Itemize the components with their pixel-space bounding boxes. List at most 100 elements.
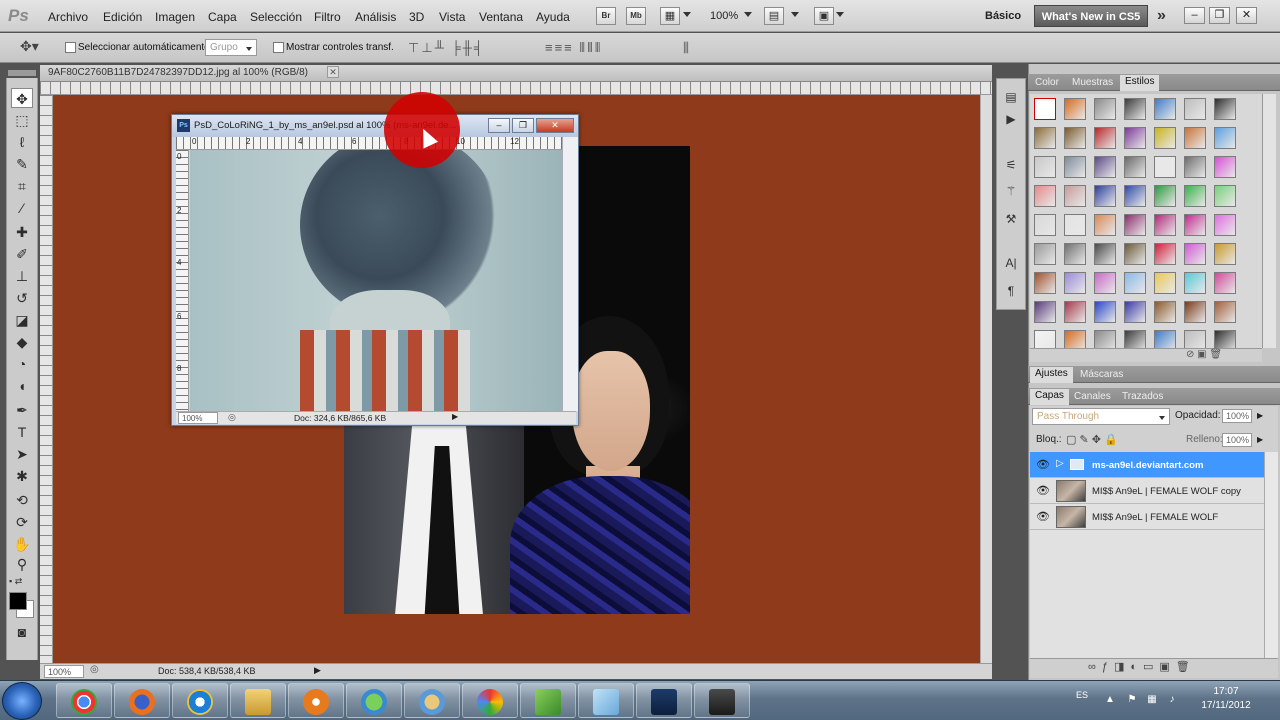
taskbar-app[interactable]	[56, 683, 112, 718]
tab-trazados[interactable]: Trazados	[1117, 390, 1168, 403]
lock-icons[interactable]: ▢ ✎ ✥ 🔒	[1066, 433, 1118, 446]
style-swatch[interactable]	[1094, 214, 1116, 236]
chevron-down-icon[interactable]	[744, 12, 752, 17]
floating-horizontal-ruler[interactable]: 0 2 4 6 8 10 12	[176, 137, 562, 150]
style-swatch[interactable]	[1094, 185, 1116, 207]
style-swatch[interactable]	[1214, 272, 1236, 294]
tray-arrow-icon[interactable]: ▲	[1104, 694, 1116, 706]
layer-row[interactable]: 👁 MI$$ An9eL | FEMALE WOLF	[1030, 504, 1278, 530]
healing-brush-tool-icon[interactable]: ✚	[11, 222, 33, 242]
start-button[interactable]	[2, 682, 42, 720]
style-swatch[interactable]	[1184, 243, 1206, 265]
taskbar-app[interactable]	[114, 683, 170, 718]
menu-analisis[interactable]: Análisis	[355, 10, 396, 24]
style-swatch[interactable]	[1064, 301, 1086, 323]
menu-archivo[interactable]: Archivo	[48, 10, 88, 24]
floating-canvas-image[interactable]	[190, 150, 562, 412]
style-swatch[interactable]	[1094, 301, 1116, 323]
restore-button[interactable]: ❐	[1209, 7, 1230, 24]
zoom-level-menu[interactable]: 100%	[710, 10, 738, 22]
style-swatch[interactable]	[1124, 272, 1146, 294]
style-swatch[interactable]	[1034, 243, 1056, 265]
style-swatch[interactable]	[1184, 301, 1206, 323]
styles-footer-icons[interactable]: ⊘ ▣ 🗑	[1186, 349, 1222, 360]
blur-tool-icon[interactable]: ◔	[11, 354, 33, 374]
style-swatch[interactable]	[1034, 301, 1056, 323]
style-swatch[interactable]	[1034, 272, 1056, 294]
distribute-icons[interactable]: ≡≡≡ ⦀⦀⦀	[545, 40, 603, 56]
paragraph-panel-icon[interactable]: ¶	[1002, 284, 1020, 300]
tab-ajustes[interactable]: Ajustes	[1030, 367, 1073, 383]
screen-mode-button[interactable]: ▣	[814, 7, 834, 25]
zoom-field[interactable]: 100%	[44, 665, 84, 678]
crop-tool-icon[interactable]: ⌗	[11, 176, 33, 196]
taskbar-app[interactable]	[694, 683, 750, 718]
bridge-button[interactable]: Br	[596, 7, 616, 25]
style-swatch[interactable]	[1094, 330, 1116, 348]
expand-triangle-icon[interactable]: ▷	[1056, 458, 1064, 469]
floating-restore-button[interactable]: ❐	[512, 118, 534, 133]
floating-document-window[interactable]: Ps PsD_CoLoRiNG_1_by_ms_an9el.psd al 100…	[171, 114, 579, 426]
auto-select-dropdown[interactable]: Grupo	[205, 39, 257, 56]
style-swatch[interactable]	[1214, 185, 1236, 207]
style-swatch[interactable]	[1064, 98, 1086, 120]
chevron-down-icon[interactable]	[836, 12, 844, 17]
floating-minimize-button[interactable]: –	[488, 118, 510, 133]
style-swatch[interactable]	[1034, 127, 1056, 149]
floating-vertical-ruler[interactable]: 0 2 4 6 8	[176, 150, 189, 412]
opacity-arrow-icon[interactable]: ▶	[1257, 411, 1263, 420]
taskbar-app[interactable]	[404, 683, 460, 718]
style-swatch[interactable]	[1034, 214, 1056, 236]
eye-icon[interactable]: 👁	[1036, 458, 1050, 472]
style-swatch[interactable]	[1124, 127, 1146, 149]
tray-network-icon[interactable]: ▦	[1146, 694, 1158, 706]
style-swatch[interactable]	[1154, 98, 1176, 120]
style-swatch[interactable]	[1124, 214, 1146, 236]
layer-row[interactable]: 👁 ▷ ms-an9el.deviantart.com	[1030, 452, 1278, 478]
style-swatch[interactable]	[1184, 272, 1206, 294]
menu-filtro[interactable]: Filtro	[314, 10, 341, 24]
taskbar-app[interactable]	[288, 683, 344, 718]
tab-canales[interactable]: Canales	[1069, 390, 1116, 403]
taskbar-app[interactable]	[230, 683, 286, 718]
style-swatch[interactable]	[1154, 185, 1176, 207]
foreground-color-swatch[interactable]	[9, 592, 27, 610]
document-tab[interactable]: 9AF80C2760B11B7D24782397DD12.jpg al 100%…	[48, 67, 308, 78]
style-swatch[interactable]	[1064, 272, 1086, 294]
taskbar-app[interactable]	[520, 683, 576, 718]
chevron-down-icon[interactable]	[683, 12, 691, 17]
eye-icon[interactable]: 👁	[1036, 510, 1050, 524]
style-swatch[interactable]	[1034, 185, 1056, 207]
tool-presets-panel-icon[interactable]: ⚒	[1002, 212, 1020, 228]
horizontal-ruler[interactable]	[40, 82, 992, 95]
chevron-down-icon[interactable]	[791, 12, 799, 17]
layer-row[interactable]: 👁 MI$$ An9eL | FEMALE WOLF copy	[1030, 478, 1278, 504]
blend-mode-dropdown[interactable]: Pass Through	[1032, 408, 1170, 425]
tray-volume-icon[interactable]: ♪	[1166, 694, 1178, 706]
style-swatch[interactable]	[1064, 243, 1086, 265]
arrange-documents-button[interactable]: ▤	[764, 7, 784, 25]
no-style-swatch[interactable]	[1034, 98, 1056, 120]
align-icons[interactable]: ⊤⊥╨ ╞╫╡	[408, 40, 485, 56]
tab-mascaras[interactable]: Máscaras	[1075, 368, 1128, 381]
brush-tool-icon[interactable]: ✐	[11, 244, 33, 264]
status-info-icon[interactable]: ◎	[90, 664, 99, 675]
style-swatch[interactable]	[1094, 243, 1116, 265]
menu-seleccion[interactable]: Selección	[250, 10, 302, 24]
clock-time[interactable]: 17:07	[1196, 686, 1256, 697]
style-swatch[interactable]	[1154, 127, 1176, 149]
clock-date[interactable]: 17/11/2012	[1194, 700, 1258, 711]
style-swatch[interactable]	[1184, 127, 1206, 149]
zoom-tool-icon[interactable]: ⚲	[11, 554, 33, 574]
floating-zoom-field[interactable]: 100%	[178, 412, 218, 424]
style-swatch[interactable]	[1094, 272, 1116, 294]
style-swatch[interactable]	[1094, 98, 1116, 120]
tab-estilos[interactable]: Estilos	[1120, 75, 1160, 91]
brush-panel-icon[interactable]: ⚟	[1002, 158, 1020, 174]
paint-bucket-tool-icon[interactable]: ◆	[11, 332, 33, 352]
3d-rotate-tool-icon[interactable]: ⟲	[11, 490, 33, 510]
opacity-field[interactable]: 100%	[1222, 409, 1252, 423]
style-swatch[interactable]	[1214, 214, 1236, 236]
style-swatch[interactable]	[1214, 330, 1236, 348]
menu-ayuda[interactable]: Ayuda	[536, 10, 570, 24]
